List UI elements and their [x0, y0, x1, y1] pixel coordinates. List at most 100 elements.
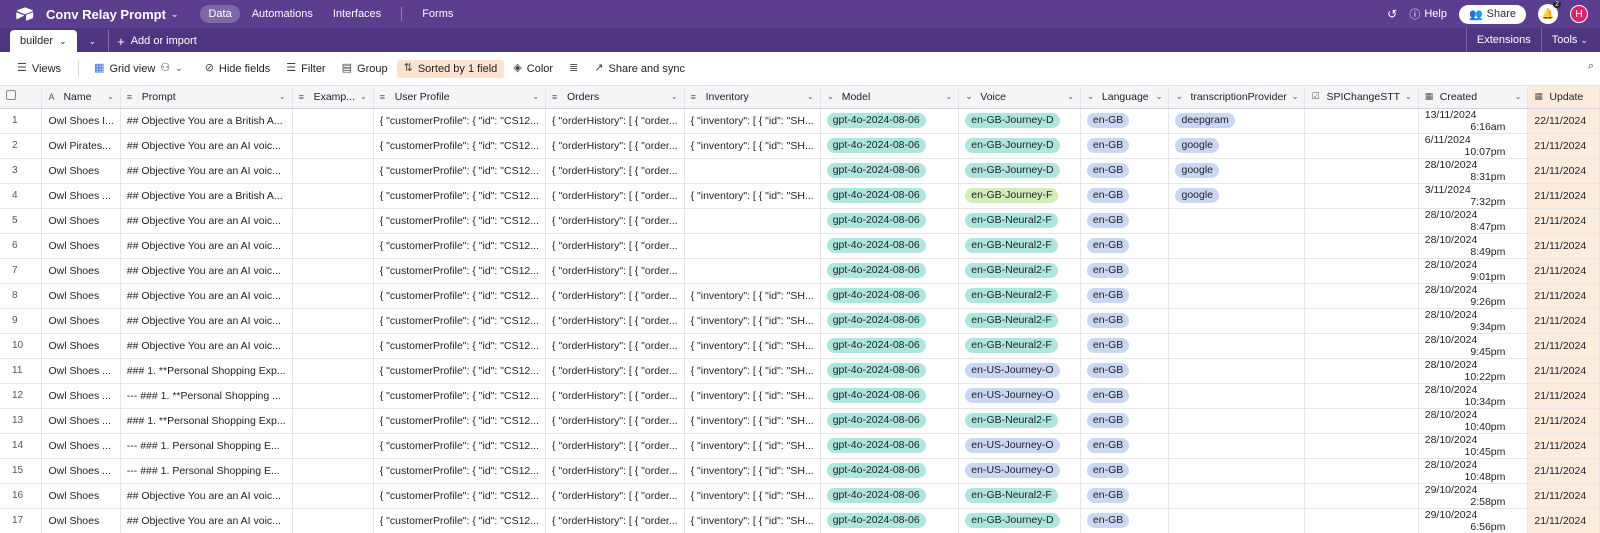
- table-row[interactable]: 15 Owl Shoes ... --- ### 1. Personal Shopp…: [0, 458, 1600, 484]
- cell-voice[interactable]: en-GB-Neural2-F: [958, 233, 1081, 259]
- table-row[interactable]: 6 Owl Shoes ## Objective You are an AI voi…: [0, 233, 1600, 259]
- avatar[interactable]: H: [1570, 5, 1588, 23]
- cell-voice[interactable]: en-GB-Neural2-F: [958, 283, 1081, 309]
- cell-voice[interactable]: en-GB-Journey-D: [958, 158, 1081, 184]
- column-header-5[interactable]: ≡ Inventory ⌄: [684, 86, 821, 109]
- cell-spi-change-stt[interactable]: [1304, 383, 1419, 409]
- cell-inventory[interactable]: [684, 158, 821, 184]
- cell-created[interactable]: 28/10/2024 8:31pm: [1418, 158, 1529, 184]
- cell-inventory[interactable]: [684, 233, 821, 259]
- cell-examples[interactable]: [292, 233, 374, 259]
- cell-spi-change-stt[interactable]: [1304, 458, 1419, 484]
- cell-transcription-provider[interactable]: [1168, 408, 1306, 434]
- cell-transcription-provider[interactable]: [1168, 433, 1306, 459]
- cell-created[interactable]: 13/11/2024 6:16am: [1418, 108, 1529, 134]
- cell-transcription-provider[interactable]: google: [1168, 133, 1306, 159]
- base-title[interactable]: Conv Relay Prompt ⌄: [46, 7, 178, 22]
- cell-transcription-provider[interactable]: [1168, 358, 1306, 384]
- cell-prompt[interactable]: ## Objective You are an AI voic...: [120, 208, 293, 234]
- cell-model[interactable]: gpt-4o-2024-08-06: [820, 183, 960, 209]
- filter-button[interactable]: ☰ Filter: [279, 60, 332, 78]
- cell-spi-change-stt[interactable]: [1304, 233, 1419, 259]
- cell-user-profile[interactable]: { "customerProfile": { "id": "CS12...: [373, 258, 547, 284]
- cell-prompt[interactable]: ## Objective You are an AI voic...: [120, 233, 293, 259]
- table-row[interactable]: 7 Owl Shoes ## Objective You are an AI voi…: [0, 258, 1600, 284]
- cell-orders[interactable]: { "orderHistory": [ { "order...: [545, 308, 685, 334]
- cell-model[interactable]: gpt-4o-2024-08-06: [820, 258, 960, 284]
- cell-examples[interactable]: [292, 358, 374, 384]
- cell-name[interactable]: Owl Shoes: [41, 158, 121, 184]
- cell-orders[interactable]: { "orderHistory": [ { "order...: [545, 208, 685, 234]
- cell-prompt[interactable]: --- ### 1. Personal Shopping E...: [120, 458, 293, 484]
- cell-name[interactable]: Owl Shoes ...: [41, 358, 121, 384]
- cell-language[interactable]: en-GB: [1080, 308, 1170, 334]
- cell-examples[interactable]: [292, 183, 374, 209]
- cell-name[interactable]: Owl Shoes I...: [41, 108, 121, 134]
- cell-voice[interactable]: en-GB-Journey-F: [958, 183, 1081, 209]
- cell-updated[interactable]: 22/11/2024: [1527, 108, 1600, 134]
- cell-examples[interactable]: [292, 508, 374, 533]
- cell-prompt[interactable]: --- ### 1. **Personal Shopping ...: [120, 383, 293, 409]
- cell-voice[interactable]: en-GB-Neural2-F: [958, 208, 1081, 234]
- cell-transcription-provider[interactable]: [1168, 483, 1306, 509]
- cell-voice[interactable]: en-GB-Neural2-F: [958, 333, 1081, 359]
- table-row[interactable]: 1 Owl Shoes I... ## Objective You are a Br…: [0, 108, 1600, 134]
- views-button[interactable]: ☰ Views: [10, 60, 68, 78]
- cell-user-profile[interactable]: { "customerProfile": { "id": "CS12...: [373, 458, 547, 484]
- table-row[interactable]: 3 Owl Shoes ## Objective You are an AI voi…: [0, 158, 1600, 184]
- cell-created[interactable]: 28/10/2024 8:47pm: [1418, 208, 1529, 234]
- chevron-down-icon[interactable]: ⌄: [1405, 92, 1412, 101]
- cell-updated[interactable]: 21/11/2024: [1527, 433, 1600, 459]
- chevron-down-icon[interactable]: ⌄: [360, 92, 367, 101]
- cell-orders[interactable]: { "orderHistory": [ { "order...: [545, 508, 685, 533]
- cell-spi-change-stt[interactable]: [1304, 433, 1419, 459]
- cell-prompt[interactable]: ## Objective You are an AI voic...: [120, 133, 293, 159]
- cell-orders[interactable]: { "orderHistory": [ { "order...: [545, 383, 685, 409]
- cell-prompt[interactable]: ## Objective You are an AI voic...: [120, 283, 293, 309]
- cell-updated[interactable]: 21/11/2024: [1527, 358, 1600, 384]
- cell-inventory[interactable]: { "inventory": [ { "id": "SH...: [684, 483, 821, 509]
- cell-created[interactable]: 28/10/2024 9:34pm: [1418, 308, 1529, 334]
- cell-language[interactable]: en-GB: [1080, 108, 1170, 134]
- cell-created[interactable]: 29/10/2024 2:58pm: [1418, 483, 1529, 509]
- cell-prompt[interactable]: ### 1. **Personal Shopping Exp...: [120, 358, 293, 384]
- cell-orders[interactable]: { "orderHistory": [ { "order...: [545, 183, 685, 209]
- airtable-logo-icon[interactable]: [16, 7, 34, 21]
- table-row[interactable]: 17 Owl Shoes ## Objective You are an AI vo…: [0, 508, 1600, 533]
- cell-user-profile[interactable]: { "customerProfile": { "id": "CS12...: [373, 383, 547, 409]
- column-header-12[interactable]: ▦ Update: [1527, 86, 1600, 109]
- cell-orders[interactable]: { "orderHistory": [ { "order...: [545, 108, 685, 134]
- search-icon[interactable]: ⌕: [1588, 61, 1594, 72]
- cell-name[interactable]: Owl Shoes ...: [41, 433, 121, 459]
- cell-prompt[interactable]: ## Objective You are a British A...: [120, 108, 293, 134]
- column-header-8[interactable]: ⌄ Language ⌄: [1080, 86, 1170, 109]
- cell-language[interactable]: en-GB: [1080, 508, 1170, 533]
- cell-language[interactable]: en-GB: [1080, 133, 1170, 159]
- cell-orders[interactable]: { "orderHistory": [ { "order...: [545, 458, 685, 484]
- cell-transcription-provider[interactable]: [1168, 458, 1306, 484]
- cell-name[interactable]: Owl Shoes ...: [41, 183, 121, 209]
- cell-name[interactable]: Owl Shoes: [41, 508, 121, 533]
- cell-updated[interactable]: 21/11/2024: [1527, 208, 1600, 234]
- cell-created[interactable]: 28/10/2024 8:49pm: [1418, 233, 1529, 259]
- cell-updated[interactable]: 21/11/2024: [1527, 158, 1600, 184]
- table-row[interactable]: 9 Owl Shoes ## Objective You are an AI voi…: [0, 308, 1600, 334]
- cell-created[interactable]: 28/10/2024 9:45pm: [1418, 333, 1529, 359]
- cell-model[interactable]: gpt-4o-2024-08-06: [820, 108, 960, 134]
- cell-orders[interactable]: { "orderHistory": [ { "order...: [545, 333, 685, 359]
- cell-inventory[interactable]: { "inventory": [ { "id": "SH...: [684, 133, 821, 159]
- cell-language[interactable]: en-GB: [1080, 458, 1170, 484]
- cell-transcription-provider[interactable]: [1168, 208, 1306, 234]
- grid-view-button[interactable]: ▦ Grid view ⚇ ⌄: [87, 60, 190, 78]
- cell-transcription-provider[interactable]: [1168, 508, 1306, 533]
- column-header-7[interactable]: ⌄ Voice ⌄: [958, 86, 1081, 109]
- cell-orders[interactable]: { "orderHistory": [ { "order...: [545, 483, 685, 509]
- table-row[interactable]: 2 Owl Pirates... ## Objective You are an A…: [0, 133, 1600, 159]
- cell-language[interactable]: en-GB: [1080, 333, 1170, 359]
- column-header-0[interactable]: A Name ⌄: [41, 86, 121, 109]
- cell-user-profile[interactable]: { "customerProfile": { "id": "CS12...: [373, 308, 547, 334]
- cell-prompt[interactable]: ## Objective You are an AI voic...: [120, 333, 293, 359]
- cell-spi-change-stt[interactable]: [1304, 408, 1419, 434]
- cell-name[interactable]: Owl Shoes: [41, 333, 121, 359]
- cell-model[interactable]: gpt-4o-2024-08-06: [820, 458, 960, 484]
